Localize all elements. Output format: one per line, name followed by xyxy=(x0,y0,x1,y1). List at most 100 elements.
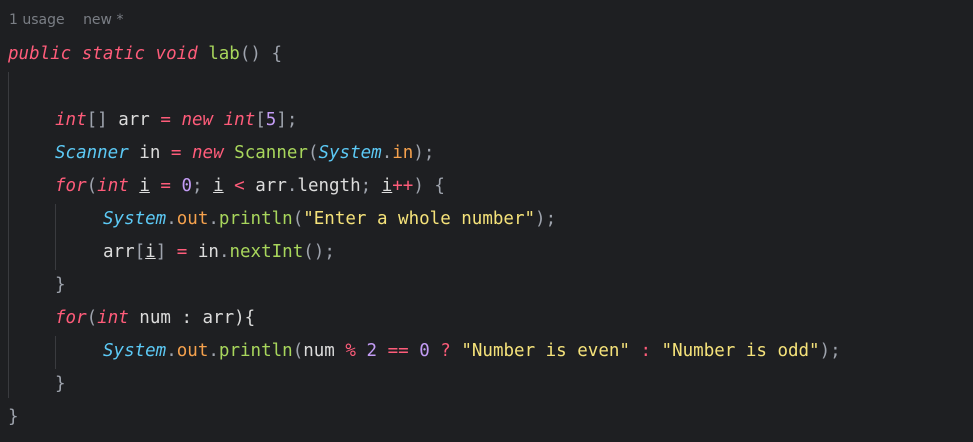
var-arr: arr xyxy=(255,176,287,196)
closing-brace: } xyxy=(55,374,66,394)
author-hint[interactable]: new * xyxy=(83,12,123,28)
paren: ( xyxy=(307,143,319,163)
code-line-6[interactable]: System.out.println("Enter a whole number… xyxy=(103,203,556,236)
brackets: [] xyxy=(86,110,108,130)
field-out: out xyxy=(176,341,209,361)
keyword-new: new xyxy=(181,110,214,130)
paren: ( xyxy=(292,341,304,361)
type-int: int xyxy=(97,308,129,328)
type-int: int xyxy=(97,176,129,196)
closing-brace: } xyxy=(8,407,19,427)
method-println: println xyxy=(218,209,293,229)
equals-op: == xyxy=(387,341,409,361)
type-int: int xyxy=(55,110,87,130)
dot: . xyxy=(166,341,177,361)
var-arr: arr xyxy=(103,242,135,262)
paren-semicolon: ); xyxy=(819,341,841,361)
string-odd: "Number is odd" xyxy=(661,341,820,361)
var-num: num xyxy=(303,341,346,361)
method-name: lab xyxy=(208,44,240,64)
keyword-static: static xyxy=(81,44,145,64)
usages-hint[interactable]: 1 usage xyxy=(9,12,65,28)
type-int: int xyxy=(223,110,256,130)
method-println: println xyxy=(218,341,293,361)
code-line-1[interactable]: public static void lab() { xyxy=(8,38,282,71)
less-than-op: < xyxy=(223,176,256,196)
dot: . xyxy=(286,176,298,196)
ternary-colon: : xyxy=(629,341,662,361)
class-system: System xyxy=(103,209,167,229)
indent-guide-for2 xyxy=(55,336,56,369)
paren-brace: ) { xyxy=(413,176,445,196)
semicolon: ; xyxy=(360,176,382,196)
keyword-new: new xyxy=(192,143,224,163)
foreach-rest: num : arr){ xyxy=(128,308,256,328)
code-line-12[interactable]: } xyxy=(8,401,19,434)
class-system: System xyxy=(318,143,382,163)
code-line-4[interactable]: Scanner in = new Scanner(System.in); xyxy=(55,137,434,170)
dot: . xyxy=(218,242,230,262)
indent-guide-for1 xyxy=(55,204,56,270)
keyword-for: for xyxy=(55,308,87,328)
field-in: in xyxy=(392,143,414,163)
dot: . xyxy=(166,209,177,229)
keyword-for: for xyxy=(55,176,87,196)
bracket: [ xyxy=(134,242,146,262)
dot: . xyxy=(208,209,219,229)
method-nextint: nextInt xyxy=(229,242,304,262)
paren-semicolon: (); xyxy=(303,242,335,262)
paren: ( xyxy=(86,308,98,328)
keyword-public: public xyxy=(8,44,72,64)
number-0: 0 xyxy=(419,341,430,361)
number-5: 5 xyxy=(265,110,277,130)
indent-guide-method xyxy=(8,72,9,398)
increment-op: ++ xyxy=(392,176,414,196)
type-scanner: Scanner xyxy=(55,143,129,163)
dot: . xyxy=(381,143,393,163)
string-even: "Number is even" xyxy=(461,341,630,361)
dot: . xyxy=(208,341,219,361)
semicolon: ; xyxy=(192,176,214,196)
assign-op: = xyxy=(166,242,198,262)
code-line-10[interactable]: System.out.println(num % 2 == 0 ? "Numbe… xyxy=(103,335,841,368)
code-line-3[interactable]: int[] arr = new int[5]; xyxy=(55,104,297,137)
code-line-11[interactable]: } xyxy=(55,368,66,401)
var-i: i xyxy=(145,242,156,262)
method-signature-rest: () { xyxy=(239,44,282,64)
var-in: in xyxy=(128,143,171,163)
code-line-5[interactable]: for(int i = 0; i < arr.length; i++) { xyxy=(55,170,445,203)
number-2: 2 xyxy=(366,341,378,361)
paren: ( xyxy=(292,209,304,229)
assign-op: = xyxy=(170,143,182,163)
code-editor[interactable]: 1 usage new * public static void lab() {… xyxy=(0,0,973,442)
var-arr: arr xyxy=(107,110,161,130)
var-in: in xyxy=(197,242,219,262)
inlay-hints: 1 usage new * xyxy=(9,12,137,28)
modulo-op: % xyxy=(345,341,356,361)
var-i: i xyxy=(213,176,224,196)
paren-semicolon: ); xyxy=(535,209,557,229)
paren: ( xyxy=(86,176,98,196)
code-line-9[interactable]: for(int num : arr){ xyxy=(55,302,255,335)
var-i: i xyxy=(381,176,393,196)
code-line-7[interactable]: arr[i] = in.nextInt(); xyxy=(103,236,335,269)
string-literal: "Enter a whole number" xyxy=(303,209,536,229)
constructor-scanner: Scanner xyxy=(234,143,308,163)
bracket-semicolon: ]; xyxy=(276,110,298,130)
assign-op: = xyxy=(160,110,171,130)
paren-semicolon: ); xyxy=(413,143,435,163)
bracket: ] xyxy=(155,242,167,262)
keyword-void: void xyxy=(155,44,198,64)
closing-brace: } xyxy=(55,275,66,295)
assign-op: = xyxy=(149,176,182,196)
var-i: i xyxy=(139,176,150,196)
field-length: length xyxy=(297,176,361,196)
code-line-8[interactable]: } xyxy=(55,269,66,302)
